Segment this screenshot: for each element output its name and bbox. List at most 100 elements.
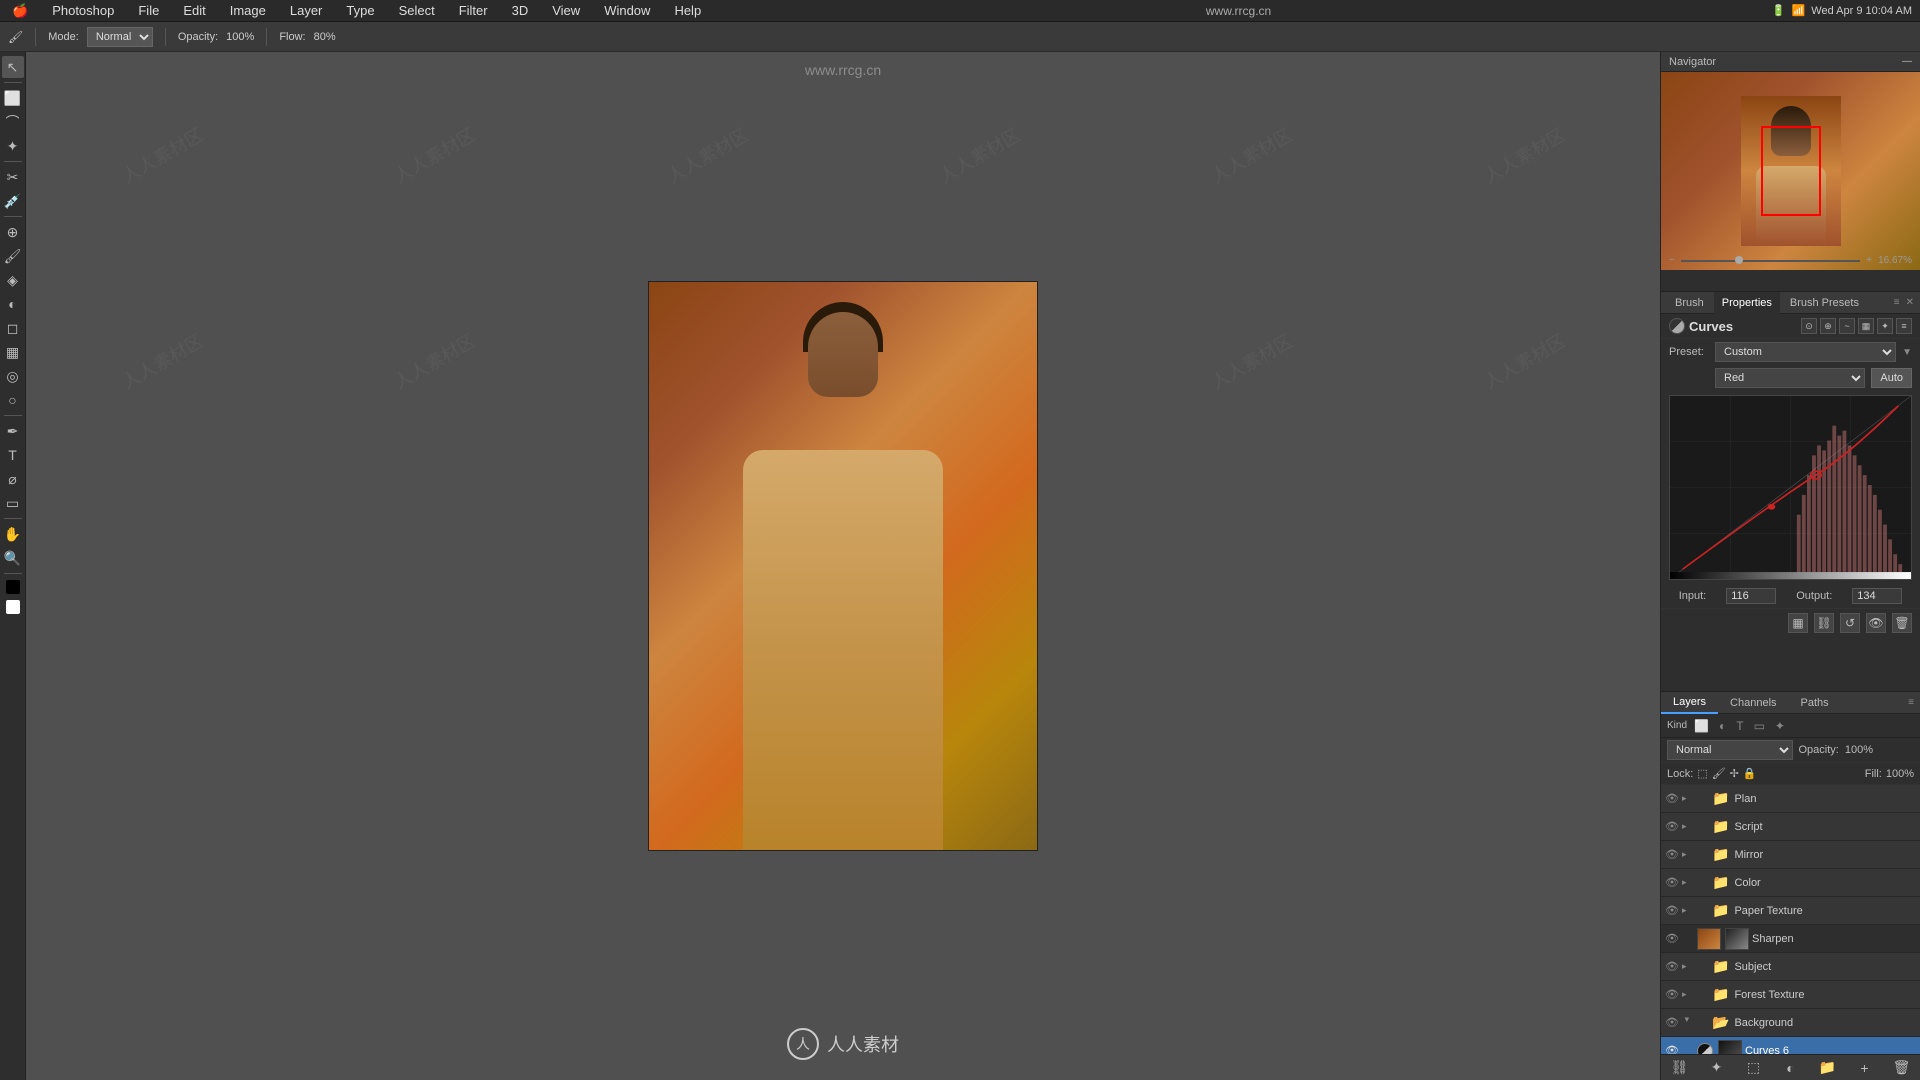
magic-wand-tool[interactable]: ✦ [2,135,24,157]
kind-smart-icon[interactable]: ✦ [1772,719,1788,733]
layer-item-mirror[interactable]: 👁 ▸ 📁 Mirror [1661,841,1920,869]
channel-select[interactable]: Red Green Blue RGB [1715,368,1865,388]
layers-menu-icon[interactable]: ≡ [1902,697,1920,708]
add-group-btn[interactable]: 📁 [1818,1058,1838,1078]
eye-background-group[interactable]: 👁 [1665,1016,1679,1030]
crop-tool[interactable]: ✂ [2,166,24,188]
preset-expand-icon[interactable]: ▼ [1902,347,1912,358]
menu-image[interactable]: Image [226,3,270,18]
add-style-btn[interactable]: ✦ [1707,1058,1727,1078]
curves-tool-5[interactable]: ✦ [1877,318,1893,334]
input-field[interactable] [1726,588,1776,604]
arrow-script[interactable]: ▸ [1682,821,1692,832]
arrow-plan[interactable]: ▸ [1682,793,1692,804]
arrow-forest-texture[interactable]: ▸ [1682,989,1692,1000]
menu-3d[interactable]: 3D [508,3,533,18]
lock-transparent-icon[interactable]: ⬚ [1697,767,1707,780]
auto-button[interactable]: Auto [1871,368,1912,388]
layer-item-sharpen[interactable]: 👁 Sharpen [1661,925,1920,953]
zoom-slider[interactable] [1681,260,1860,262]
curves-tool-1[interactable]: ⊙ [1801,318,1817,334]
add-mask-btn[interactable]: ⬚ [1744,1058,1764,1078]
output-field[interactable] [1852,588,1902,604]
tab-channels[interactable]: Channels [1718,692,1788,714]
layer-item-plan[interactable]: 👁 ▸ 📁 Plan [1661,785,1920,813]
background-color[interactable] [6,600,20,614]
dodge-tool[interactable]: ○ [2,389,24,411]
menu-photoshop[interactable]: Photoshop [48,3,118,18]
eye-subject[interactable]: 👁 [1665,960,1679,974]
lock-paint-icon[interactable]: 🖌 [1712,767,1726,780]
eyedropper-tool[interactable]: 💉 [2,190,24,212]
opacity-value[interactable]: 100% [226,31,254,43]
history-tool[interactable]: ◐ [2,293,24,315]
opacity-value[interactable]: 100% [1845,744,1873,756]
menu-file[interactable]: File [134,3,163,18]
eye-curves6[interactable]: 👁 [1665,1044,1679,1055]
arrow-subject[interactable]: ▸ [1682,961,1692,972]
zoom-in-icon[interactable]: + [1866,255,1872,266]
eye-color[interactable]: 👁 [1665,876,1679,890]
menu-filter[interactable]: Filter [455,3,492,18]
kind-pixel-icon[interactable]: ⬜ [1691,719,1712,733]
blend-mode-select[interactable]: Normal [1667,740,1793,760]
lock-move-icon[interactable]: ✢ [1730,767,1739,780]
curves-adj-icon[interactable] [1669,318,1685,334]
eye-paper-texture[interactable]: 👁 [1665,904,1679,918]
flow-value[interactable]: 80% [314,31,336,43]
pen-tool[interactable]: ✒ [2,420,24,442]
curves-btn-delete[interactable]: 🗑 [1892,613,1912,633]
curves-btn-grid[interactable]: ▦ [1788,613,1808,633]
tab-layers[interactable]: Layers [1661,692,1718,714]
properties-menu-icon[interactable]: ≡ [1894,297,1900,308]
kind-type-icon[interactable]: T [1733,719,1746,733]
blur-tool[interactable]: ◎ [2,365,24,387]
tab-brush-presets[interactable]: Brush Presets [1782,292,1867,314]
curves-tool-4[interactable]: ▦ [1858,318,1874,334]
properties-close-icon[interactable]: ✕ [1906,297,1914,308]
lock-all-icon[interactable]: 🔒 [1743,767,1757,780]
add-adjustment-btn[interactable]: ◐ [1781,1058,1801,1078]
hand-tool[interactable]: ✋ [2,523,24,545]
zoom-tool[interactable]: 🔍 [2,547,24,569]
arrow-paper-texture[interactable]: ▸ [1682,905,1692,916]
layer-item-script[interactable]: 👁 ▸ 📁 Script [1661,813,1920,841]
eye-sharpen[interactable]: 👁 [1665,932,1679,946]
eye-script[interactable]: 👁 [1665,820,1679,834]
foreground-color[interactable] [6,580,20,594]
kind-adj-icon[interactable]: ◐ [1716,719,1729,733]
apple-menu[interactable]: 🍎 [8,3,32,19]
shape-tool[interactable]: ▭ [2,492,24,514]
delete-layer-btn[interactable]: 🗑 [1892,1058,1912,1078]
layer-item-paper-texture[interactable]: 👁 ▸ 📁 Paper Texture [1661,897,1920,925]
curves-tool-2[interactable]: ⊕ [1820,318,1836,334]
layer-item-color[interactable]: 👁 ▸ 📁 Color [1661,869,1920,897]
layer-item-forest-texture[interactable]: 👁 ▸ 📁 Forest Texture [1661,981,1920,1009]
menu-type[interactable]: Type [342,3,378,18]
preset-select[interactable]: Custom [1715,342,1896,362]
curves-graph[interactable] [1669,395,1912,580]
layer-item-curves6[interactable]: 👁 Curves 6 [1661,1037,1920,1054]
tab-brush[interactable]: Brush [1667,292,1712,314]
gradient-tool[interactable]: ▦ [2,341,24,363]
tab-paths[interactable]: Paths [1789,692,1841,714]
menu-select[interactable]: Select [395,3,439,18]
new-layer-btn[interactable]: + [1855,1058,1875,1078]
mode-select[interactable]: Normal [87,27,153,47]
arrow-background-group[interactable]: ▸ [1682,1018,1693,1028]
move-tool[interactable]: ↖ [2,56,24,78]
text-tool[interactable]: T [2,444,24,466]
menu-layer[interactable]: Layer [286,3,327,18]
eye-plan[interactable]: 👁 [1665,792,1679,806]
link-layers-btn[interactable]: ⛓ [1670,1058,1690,1078]
curves-tool-6[interactable]: ≡ [1896,318,1912,334]
layer-item-subject[interactable]: 👁 ▸ 📁 Subject [1661,953,1920,981]
zoom-out-icon[interactable]: − [1669,255,1675,266]
marquee-tool[interactable]: ⬜ [2,87,24,109]
menu-window[interactable]: Window [600,3,654,18]
menu-view[interactable]: View [548,3,584,18]
navigator-collapse[interactable]: — [1902,56,1912,67]
brush-tool[interactable]: 🖌 [2,245,24,267]
arrow-color[interactable]: ▸ [1682,877,1692,888]
curves-tool-3[interactable]: ~ [1839,318,1855,334]
